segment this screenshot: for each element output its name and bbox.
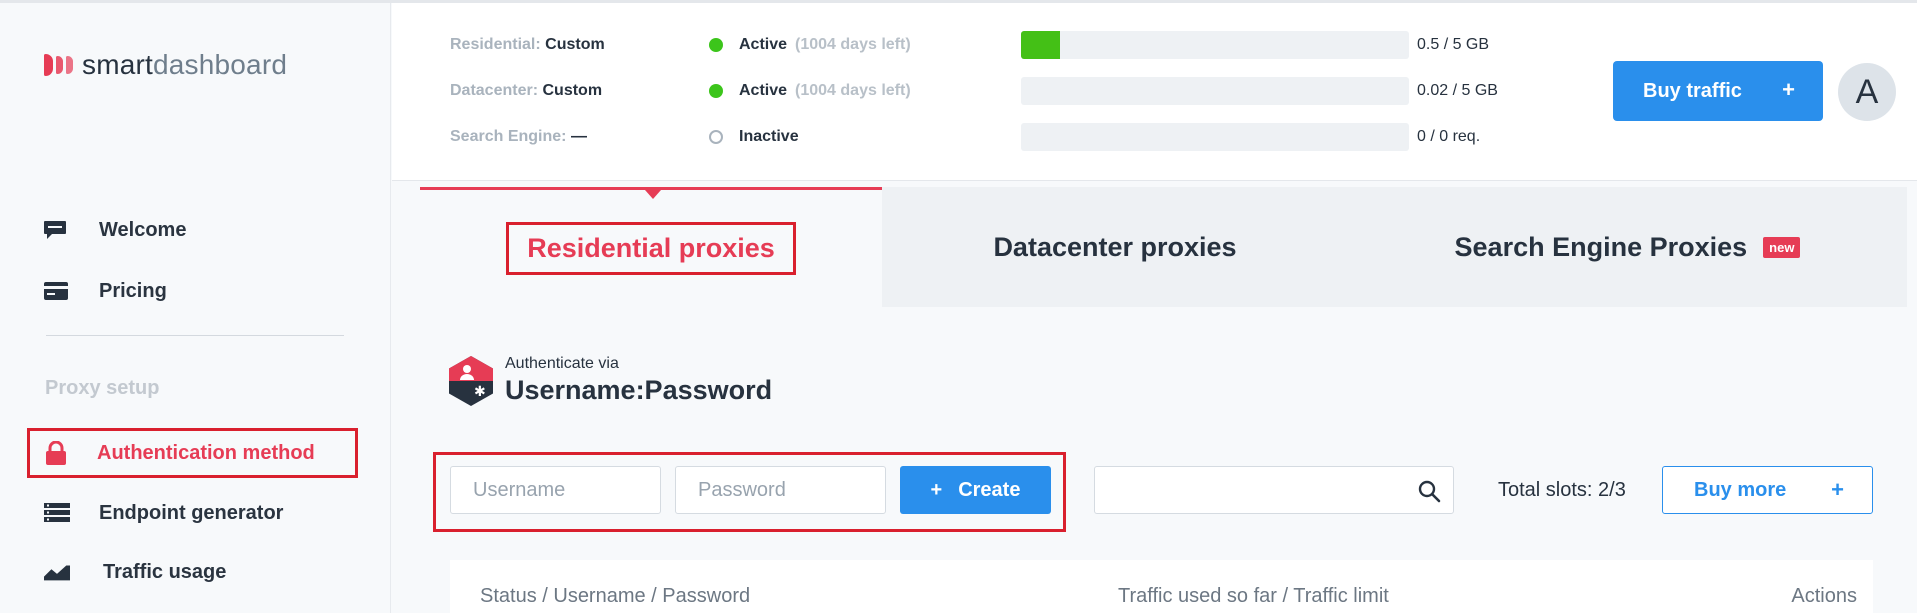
search-icon bbox=[1418, 480, 1441, 503]
sidebar-item-label: Welcome bbox=[99, 218, 187, 241]
tab-label: Residential proxies bbox=[506, 222, 796, 275]
stat-plan: Custom bbox=[542, 82, 603, 99]
stat-name: Datacenter: Custom bbox=[450, 82, 705, 100]
sidebar-item-authentication-method[interactable]: Authentication method bbox=[27, 428, 358, 478]
stat-label: Residential: bbox=[450, 36, 541, 53]
logo-text-part2: dashboard bbox=[153, 49, 288, 80]
usage-bar bbox=[1021, 31, 1409, 59]
status-active-icon bbox=[709, 38, 723, 52]
create-label: Create bbox=[958, 478, 1021, 501]
sidebar-item-endpoint-generator[interactable]: Endpoint generator bbox=[44, 498, 283, 528]
auth-method-heading: ✱ Authenticate via Username:Password bbox=[449, 355, 772, 406]
chat-icon bbox=[44, 219, 70, 241]
usage-bar bbox=[1021, 123, 1409, 151]
usage-text: 0.5 / 5 GB bbox=[1417, 36, 1490, 53]
tab-label: Datacenter proxies bbox=[993, 231, 1237, 262]
buy-traffic-button[interactable]: Buy traffic + bbox=[1613, 61, 1823, 121]
stat-plan: — bbox=[570, 128, 587, 145]
buy-traffic-label: Buy traffic bbox=[1643, 79, 1742, 102]
stat-row-residential: Residential: Custom Active (1004 days le… bbox=[450, 31, 1489, 59]
stat-status: Active (1004 days left) bbox=[705, 82, 1021, 100]
header: Residential: Custom Active (1004 days le… bbox=[392, 3, 1917, 181]
plus-icon: + bbox=[1782, 77, 1795, 102]
stat-name: Search Engine: — bbox=[450, 128, 705, 146]
days-left: (1004 days left) bbox=[795, 36, 911, 53]
create-button[interactable]: + Create bbox=[900, 466, 1051, 514]
proxy-tabs: Residential proxies Datacenter proxies S… bbox=[420, 187, 1907, 307]
usage-text: 0.02 / 5 GB bbox=[1417, 82, 1498, 99]
status-active-icon bbox=[709, 84, 723, 98]
search-input[interactable] bbox=[1094, 466, 1454, 514]
buy-more-button[interactable]: Buy more + bbox=[1662, 466, 1873, 514]
status-text: Active bbox=[739, 82, 788, 99]
lock-icon bbox=[45, 441, 71, 465]
sidebar-item-label: Endpoint generator bbox=[99, 501, 284, 524]
tab-datacenter-proxies[interactable]: Datacenter proxies bbox=[882, 187, 1348, 307]
sidebar-section-title: Proxy setup bbox=[45, 377, 160, 399]
usage-bar-fill bbox=[1021, 31, 1060, 59]
column-header-traffic: Traffic used so far / Traffic limit bbox=[1118, 585, 1389, 607]
auth-subtitle: Authenticate via bbox=[505, 355, 619, 372]
avatar[interactable]: A bbox=[1838, 63, 1896, 121]
days-left: (1004 days left) bbox=[795, 82, 911, 99]
sidebar-item-traffic-usage[interactable]: Traffic usage bbox=[44, 557, 226, 587]
svg-text:✱: ✱ bbox=[474, 384, 486, 400]
auth-heading-text: Authenticate via Username:Password bbox=[505, 355, 772, 406]
new-badge: new bbox=[1763, 236, 1801, 258]
logo[interactable]: smartdashboard bbox=[44, 49, 287, 81]
sidebar-item-label: Authentication method bbox=[97, 441, 315, 464]
stat-plan: Custom bbox=[545, 36, 605, 53]
sidebar: smartdashboard Welcome Pricing Proxy set… bbox=[0, 3, 391, 613]
stat-row-datacenter: Datacenter: Custom Active (1004 days lef… bbox=[450, 77, 1498, 105]
plus-icon: + bbox=[930, 478, 943, 501]
buy-more-label: Buy more bbox=[1694, 478, 1787, 501]
user-key-icon: ✱ bbox=[449, 355, 493, 406]
status-text: Active bbox=[739, 36, 788, 53]
card-icon bbox=[44, 280, 70, 302]
total-slots: Total slots: 2/3 bbox=[1498, 479, 1626, 501]
tab-search-engine-proxies[interactable]: Search Engine Proxies new bbox=[1348, 187, 1907, 307]
sidebar-item-welcome[interactable]: Welcome bbox=[44, 215, 186, 245]
server-icon bbox=[44, 502, 70, 524]
logo-text: smartdashboard bbox=[82, 49, 287, 81]
column-header-actions: Actions bbox=[1791, 585, 1857, 607]
tab-label: Search Engine Proxies bbox=[1454, 231, 1748, 262]
table-header: Status / Username / Password Traffic use… bbox=[450, 560, 1873, 613]
logo-text-part1: smart bbox=[82, 49, 153, 80]
sidebar-item-pricing[interactable]: Pricing bbox=[44, 276, 167, 306]
stat-label: Search Engine: bbox=[450, 128, 567, 145]
status-inactive-icon bbox=[709, 130, 723, 144]
sidebar-divider bbox=[46, 335, 344, 336]
plus-icon: + bbox=[1831, 477, 1844, 502]
app-root: smartdashboard Welcome Pricing Proxy set… bbox=[0, 0, 1917, 613]
usage-bar bbox=[1021, 77, 1409, 105]
stat-label: Datacenter: bbox=[450, 82, 539, 99]
tab-residential-proxies[interactable]: Residential proxies bbox=[420, 187, 882, 307]
usage-text: 0 / 0 req. bbox=[1417, 128, 1481, 145]
username-input[interactable] bbox=[450, 466, 661, 514]
status-text: Inactive bbox=[739, 128, 799, 145]
column-header-status: Status / Username / Password bbox=[480, 585, 751, 607]
sidebar-item-label: Pricing bbox=[99, 279, 167, 302]
sidebar-item-label: Traffic usage bbox=[103, 560, 227, 583]
password-input[interactable] bbox=[675, 466, 886, 514]
stat-status: Inactive bbox=[705, 128, 1021, 146]
auth-title: Username:Password bbox=[505, 375, 773, 405]
stat-status: Active (1004 days left) bbox=[705, 36, 1021, 54]
stat-row-search-engine: Search Engine: — Inactive 0 / 0 req. bbox=[450, 123, 1480, 151]
stat-name: Residential: Custom bbox=[450, 36, 705, 54]
chart-icon bbox=[44, 561, 70, 583]
logo-mark-icon bbox=[44, 54, 73, 76]
